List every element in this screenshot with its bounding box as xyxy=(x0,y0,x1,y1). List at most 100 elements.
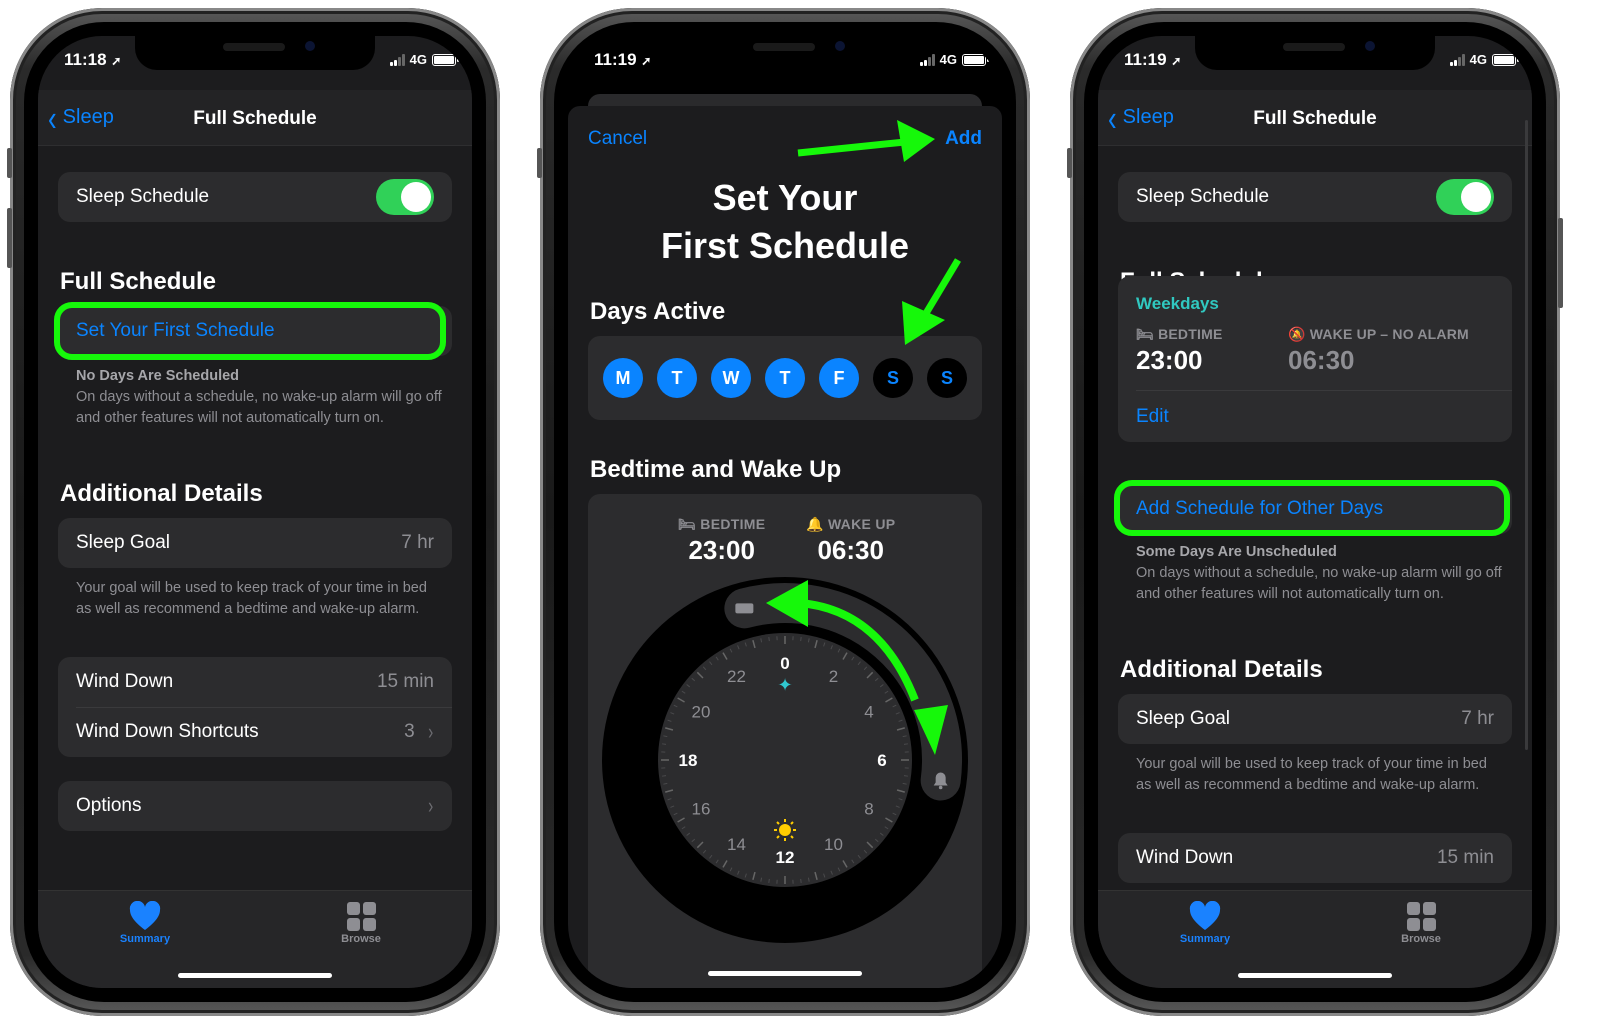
days-active-heading: Days Active xyxy=(590,298,726,325)
sleep-goal-row[interactable]: Sleep Goal 7 hr xyxy=(1118,694,1512,744)
tab-browse[interactable]: Browse xyxy=(1376,899,1466,945)
wakeup-display: 🔕 WAKE UP – NO ALARM 06:30 xyxy=(1288,326,1469,375)
clock-card: 🛏 BEDTIME 23:00 🔔 WAKE UP 06:30 0 2 4 6 8 10 1… xyxy=(588,494,982,988)
home-indicator xyxy=(708,971,862,976)
wind-down-shortcuts-row[interactable]: Wind Down Shortcuts 3 › xyxy=(58,707,452,757)
bell-icon: 🔔 xyxy=(806,516,824,532)
day-monday[interactable]: M xyxy=(603,358,643,398)
sparkle-icon: ✦ xyxy=(777,675,792,695)
clock-tick xyxy=(903,775,909,777)
volume-up-button xyxy=(7,208,12,268)
nav-bar: ‹ Sleep Full Schedule xyxy=(38,90,472,146)
sleep-goal-footer: Your goal will be used to keep track of … xyxy=(1136,756,1487,793)
day-wednesday[interactable]: W xyxy=(711,358,751,398)
tab-summary[interactable]: Summary xyxy=(100,899,190,945)
grid-icon xyxy=(316,899,406,933)
bedtime-display: 🛏 BEDTIME 23:00 xyxy=(678,516,766,565)
wind-down-row[interactable]: Wind Down 15 min xyxy=(58,657,452,707)
side-button xyxy=(1558,218,1563,308)
bedtime-wakeup-heading: Bedtime and Wake Up xyxy=(590,456,842,483)
clock-hour-label: 12 xyxy=(776,848,795,867)
clock-tick xyxy=(661,775,667,777)
battery-icon xyxy=(962,53,989,66)
sleep-schedule-group: Sleep Schedule xyxy=(1118,172,1512,222)
clock-tick xyxy=(768,878,770,884)
sleep-goal-row[interactable]: Sleep Goal 7 hr xyxy=(58,518,452,568)
wind-down-row[interactable]: Wind Down 15 min xyxy=(1118,833,1512,883)
clock-tick xyxy=(800,636,802,642)
status-time: 11:19 ➚ xyxy=(1124,50,1182,69)
location-icon: ➚ xyxy=(1171,54,1182,68)
bed-icon: 🛏 xyxy=(1136,326,1154,342)
cancel-button[interactable]: Cancel xyxy=(588,128,647,150)
unscheduled-footer: Some Days Are Unscheduled On days withou… xyxy=(1136,544,1502,602)
home-indicator xyxy=(178,973,332,978)
status-bar: 11:19 ➚ 4G xyxy=(1098,50,1532,74)
status-bar: 11:19 ➚ 4G xyxy=(568,50,1002,74)
clock-tick xyxy=(768,636,770,642)
tab-summary[interactable]: Summary xyxy=(1160,899,1250,945)
phone-2: 11:19 ➚ 4G Cancel Add Set Your First Sch… xyxy=(537,8,1030,1016)
additional-details-heading: Additional Details xyxy=(60,480,263,507)
location-icon: ➚ xyxy=(641,54,652,68)
status-time: 11:19 ➚ xyxy=(594,50,652,69)
day-saturday[interactable]: S xyxy=(873,358,913,398)
sleep-goal-group: Sleep Goal 7 hr xyxy=(58,518,452,568)
clock-hour-label: 22 xyxy=(727,667,746,686)
divider xyxy=(1136,390,1512,391)
add-button[interactable]: Add xyxy=(945,128,982,150)
clock-hour-label: 2 xyxy=(829,667,838,686)
sleep-schedule-row: Sleep Schedule xyxy=(58,172,452,222)
mute-switch xyxy=(537,148,542,178)
screen: 11:19 ➚ 4G Cancel Add Set Your First Sch… xyxy=(568,36,1002,988)
annotation-highlight xyxy=(54,302,446,360)
day-sunday[interactable]: S xyxy=(927,358,967,398)
network-type: 4G xyxy=(409,52,427,67)
clock-hour-label: 0 xyxy=(780,654,789,673)
sleep-clock-dial[interactable]: 0 2 4 6 8 10 12 14 16 18 20 22 ✦ xyxy=(588,574,982,988)
sleep-schedule-toggle[interactable] xyxy=(376,179,434,215)
grid-icon xyxy=(1376,899,1466,933)
clock-tick xyxy=(903,743,909,745)
options-row[interactable]: Options › xyxy=(58,781,452,831)
bedtime-display: 🛏 BEDTIME 23:00 xyxy=(1136,326,1223,375)
day-tuesday[interactable]: T xyxy=(657,358,697,398)
weekdays-schedule-card: Weekdays 🛏 BEDTIME 23:00 🔕 WAKE UP – NO … xyxy=(1118,276,1512,442)
phone-1: 11:18 ➚ 4G ‹ Sleep Full Schedule Sleep S… xyxy=(7,8,500,1016)
heart-icon xyxy=(1160,899,1250,933)
phone-3: 11:19 ➚ 4G ‹ Sleep Full Schedule Sleep S… xyxy=(1067,8,1563,1016)
screen: 11:18 ➚ 4G ‹ Sleep Full Schedule Sleep S… xyxy=(38,36,472,988)
clock-hour-label: 20 xyxy=(692,703,711,722)
signal-icon xyxy=(919,53,935,66)
bell-slash-icon: 🔕 xyxy=(1288,326,1306,342)
location-icon: ➚ xyxy=(111,54,122,68)
schedule-sheet: Cancel Add Set Your First Schedule Days … xyxy=(568,106,1002,988)
clock-tick xyxy=(800,878,802,884)
sleep-schedule-group: Sleep Schedule xyxy=(58,172,452,222)
clock-tick xyxy=(661,743,667,745)
bedtime-handle[interactable] xyxy=(735,603,754,614)
chevron-right-icon: › xyxy=(427,793,433,818)
clock-hour-label: 8 xyxy=(864,800,873,819)
wakeup-display: 🔔 WAKE UP 06:30 xyxy=(806,516,896,565)
network-type: 4G xyxy=(1469,52,1487,67)
annotation-highlight xyxy=(1114,480,1510,536)
edit-button[interactable]: Edit xyxy=(1136,406,1169,428)
tab-browse[interactable]: Browse xyxy=(316,899,406,945)
day-thursday[interactable]: T xyxy=(765,358,805,398)
options-group: Options › xyxy=(58,781,452,831)
additional-details-heading: Additional Details xyxy=(1120,656,1323,683)
mute-switch xyxy=(7,148,12,178)
heart-icon xyxy=(100,899,190,933)
wind-down-group: Wind Down 15 min xyxy=(1118,833,1512,883)
sleep-goal-group: Sleep Goal 7 hr xyxy=(1118,694,1512,744)
nav-bar: ‹ Sleep Full Schedule xyxy=(1098,90,1532,146)
scrollbar[interactable] xyxy=(1525,120,1528,750)
sleep-schedule-toggle[interactable] xyxy=(1436,179,1494,215)
no-days-footer: No Days Are Scheduled On days without a … xyxy=(76,368,442,426)
day-friday[interactable]: F xyxy=(819,358,859,398)
network-type: 4G xyxy=(939,52,957,67)
page-title: Full Schedule xyxy=(1253,108,1377,129)
signal-icon xyxy=(1449,53,1465,66)
schedule-name: Weekdays xyxy=(1136,294,1219,313)
